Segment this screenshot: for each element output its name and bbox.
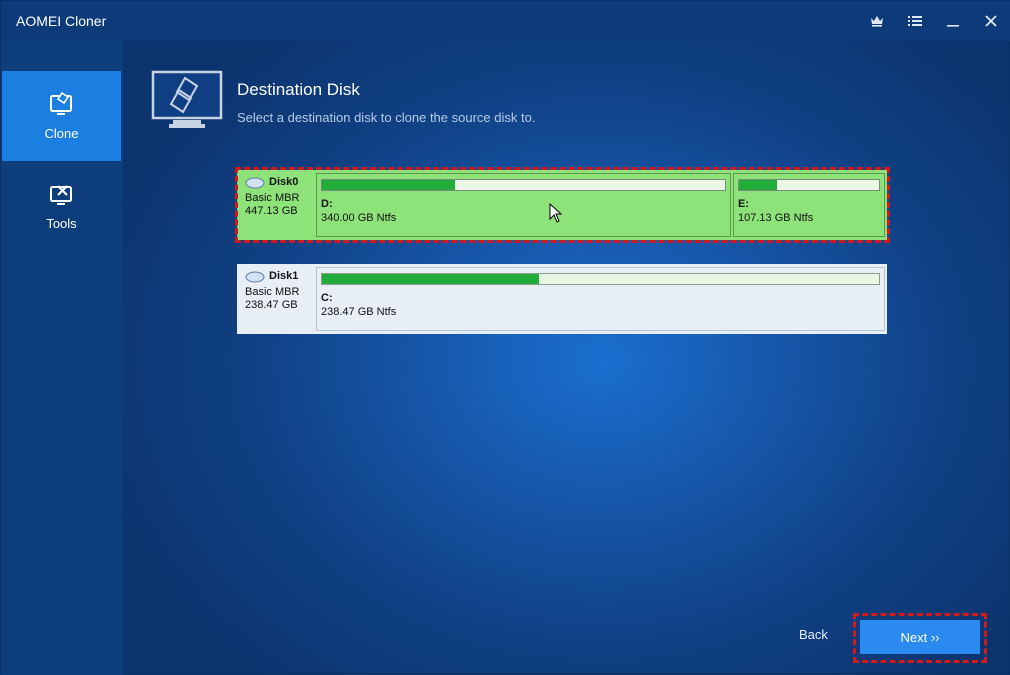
back-button[interactable]: Back: [799, 627, 828, 642]
sidebar: Clone Tools: [1, 41, 123, 675]
usage-bar: [321, 179, 726, 191]
partition-label: D:: [321, 198, 333, 210]
sidebar-item-clone[interactable]: Clone: [2, 71, 121, 161]
disk-info: Disk1 Basic MBR 238.47 GB: [245, 270, 299, 312]
disk-row-disk1[interactable]: Disk1 Basic MBR 238.47 GB C: 238.47 GB N…: [237, 264, 887, 334]
disk-icon: [245, 271, 265, 282]
clone-icon: [49, 91, 72, 115]
usage-bar: [738, 179, 880, 191]
partition-c[interactable]: C: 238.47 GB Ntfs: [316, 267, 885, 331]
destination-disk-icon: [151, 70, 223, 128]
disk-name: Disk0: [269, 176, 299, 188]
close-icon[interactable]: [980, 11, 1002, 31]
app-title: AOMEI Cloner: [16, 13, 107, 29]
minimize-icon[interactable]: [942, 11, 964, 31]
disk-size: 238.47 GB: [245, 299, 298, 311]
partition-e[interactable]: E: 107.13 GB Ntfs: [733, 173, 885, 237]
partition-detail: 238.47 GB Ntfs: [321, 306, 397, 318]
crown-icon[interactable]: [866, 11, 888, 31]
partition-detail: 340.00 GB Ntfs: [321, 212, 397, 224]
usage-fill: [322, 180, 455, 190]
partition-d[interactable]: D: 340.00 GB Ntfs: [316, 173, 731, 237]
usage-fill: [322, 274, 540, 284]
disk-name: Disk1: [269, 270, 299, 282]
sidebar-item-label: Clone: [44, 125, 79, 141]
disk-icon: [245, 177, 265, 188]
partition-label: C:: [321, 292, 333, 304]
partition-label: E:: [738, 198, 749, 210]
disk-type: Basic MBR: [245, 192, 300, 204]
partition-detail: 107.13 GB Ntfs: [738, 212, 814, 224]
menu-list-icon[interactable]: [904, 11, 926, 31]
mouse-cursor-icon: [549, 203, 563, 223]
tools-icon: [49, 184, 72, 205]
disk-size: 447.13 GB: [245, 205, 298, 217]
title-bar: AOMEI Cloner: [1, 1, 1010, 41]
app-window: AOMEI Cloner Clone Tools Destination Dis…: [0, 0, 1010, 675]
page-title: Destination Disk: [237, 80, 360, 99]
usage-bar: [321, 273, 880, 285]
disk-info: Disk0 Basic MBR 447.13 GB: [245, 176, 299, 218]
next-button[interactable]: Next ››: [860, 620, 980, 654]
sidebar-item-tools[interactable]: Tools: [2, 161, 121, 251]
disk-type: Basic MBR: [245, 286, 300, 298]
usage-fill: [739, 180, 777, 190]
page-subtitle: Select a destination disk to clone the s…: [237, 110, 536, 125]
sidebar-item-label: Tools: [46, 215, 77, 231]
